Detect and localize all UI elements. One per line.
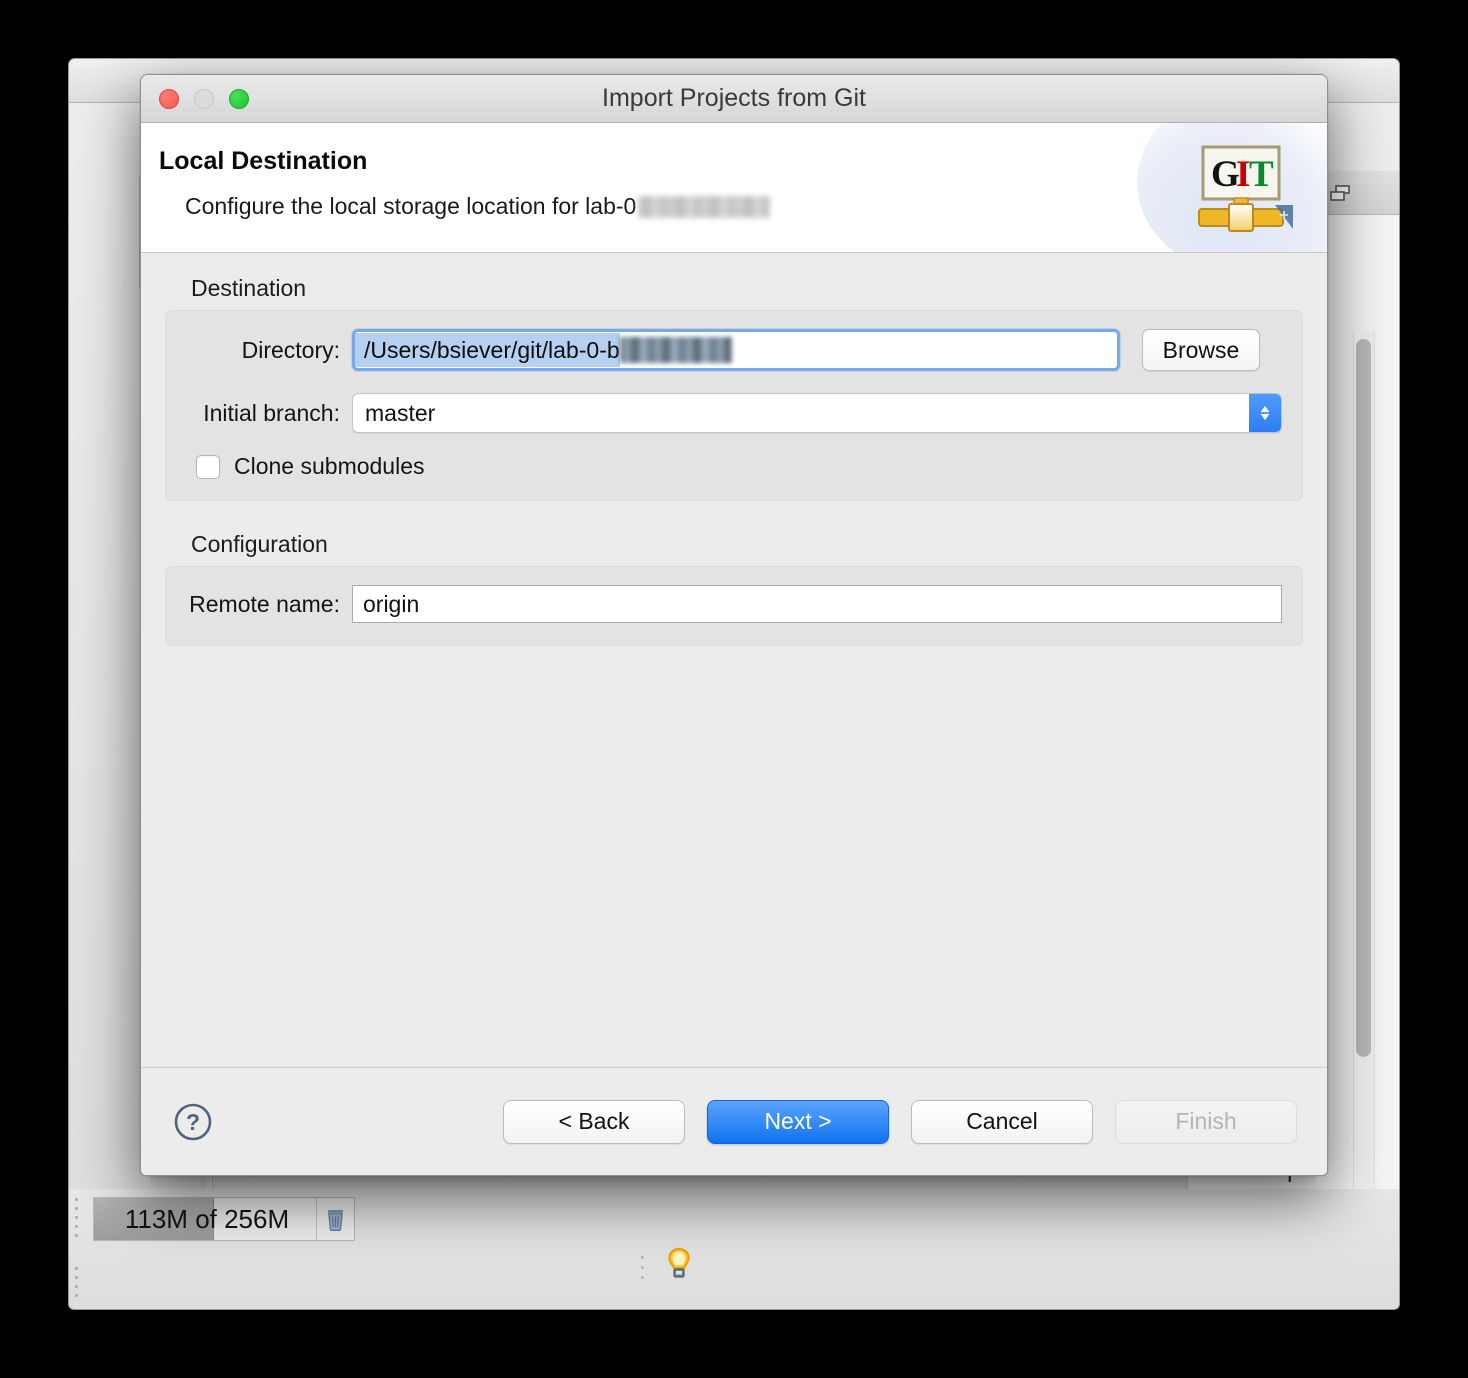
page-title: Local Destination xyxy=(159,147,368,175)
status-bar-grip[interactable] xyxy=(75,1198,78,1237)
wizard-header: Local Destination Configure the local st… xyxy=(141,123,1327,253)
lightbulb-icon[interactable] xyxy=(665,1247,693,1281)
heap-status-label: 113M of 256M xyxy=(124,1203,290,1234)
status-bar-grip-2[interactable] xyxy=(75,1267,78,1297)
clone-submodules-checkbox[interactable] xyxy=(196,454,220,479)
destination-group: Directory: /Users/bsiever/git/lab-0-b Br… xyxy=(165,310,1303,501)
directory-label: Directory: xyxy=(241,336,340,363)
page-subtitle: Configure the local storage location for… xyxy=(185,193,771,220)
workbench-status-bar: 113M of 256M xyxy=(69,1189,1399,1309)
remote-name-input[interactable]: origin xyxy=(352,585,1282,623)
back-button[interactable]: < Back xyxy=(503,1099,685,1144)
remote-name-row: Remote name: origin xyxy=(186,585,1282,623)
tip-grip[interactable] xyxy=(641,1256,644,1279)
editor-scrollbar-thumb[interactable] xyxy=(1356,339,1371,1057)
initial-branch-value: master xyxy=(365,399,436,426)
zoom-button[interactable] xyxy=(229,89,249,109)
wizard-body: Destination Directory: /Users/bsiever/gi… xyxy=(141,253,1327,1067)
minimize-restore-icon[interactable] xyxy=(1329,185,1351,203)
svg-text:T: T xyxy=(1249,154,1274,195)
screen: ve he r p 113M of 256M xyxy=(0,0,1468,1378)
dialog-window-controls[interactable] xyxy=(159,89,249,109)
initial-branch-label: Initial branch: xyxy=(203,399,340,426)
help-icon[interactable]: ? xyxy=(173,1102,213,1142)
close-button[interactable] xyxy=(159,89,179,109)
dialog-footer: ? < Back Next > Cancel Finish xyxy=(141,1067,1327,1175)
dialog-title: Import Projects from Git xyxy=(602,84,866,112)
wizard-buttons: < Back Next > Cancel Finish xyxy=(503,1099,1327,1144)
redacted-subtitle-suffix xyxy=(638,195,771,218)
import-projects-from-git-dialog: Import Projects from Git Local Destinati… xyxy=(140,74,1328,1176)
finish-button: Finish xyxy=(1115,1099,1297,1144)
remote-name-value: origin xyxy=(363,590,420,617)
dialog-titlebar: Import Projects from Git xyxy=(141,75,1327,123)
browse-button[interactable]: Browse xyxy=(1142,329,1260,371)
initial-branch-select[interactable]: master xyxy=(352,393,1282,433)
directory-input-value: /Users/bsiever/git/lab-0-b xyxy=(355,333,620,367)
dialog-drop-shadow xyxy=(150,1176,1316,1186)
directory-row: Directory: /Users/bsiever/git/lab-0-b Br… xyxy=(186,329,1282,371)
redacted-directory-suffix xyxy=(619,337,732,363)
trash-icon[interactable] xyxy=(316,1198,354,1240)
configuration-group-label: Configuration xyxy=(191,531,328,557)
chevron-up-down-icon[interactable] xyxy=(1249,394,1281,432)
page-subtitle-text: Configure the local storage location for… xyxy=(185,193,637,219)
initial-branch-row: Initial branch: master xyxy=(186,393,1282,433)
destination-group-label: Destination xyxy=(191,275,307,301)
svg-text:?: ? xyxy=(186,1109,200,1135)
clone-submodules-label: Clone submodules xyxy=(234,453,425,479)
heap-status-monitor[interactable]: 113M of 256M xyxy=(93,1197,355,1241)
next-button[interactable]: Next > xyxy=(707,1099,889,1144)
remote-name-label: Remote name: xyxy=(189,590,340,617)
git-logo: G I T xyxy=(1193,141,1297,239)
configuration-group: Remote name: origin xyxy=(165,566,1303,646)
cancel-button[interactable]: Cancel xyxy=(911,1099,1093,1144)
directory-input[interactable]: /Users/bsiever/git/lab-0-b xyxy=(352,329,1120,371)
minimize-button[interactable] xyxy=(194,89,214,109)
clone-submodules-row[interactable]: Clone submodules xyxy=(186,453,1282,480)
